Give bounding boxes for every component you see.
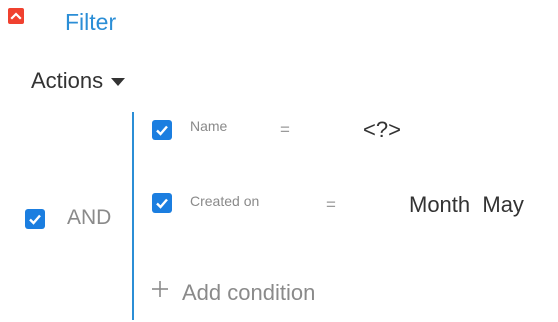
group-operator-label[interactable]: AND: [67, 206, 111, 229]
actions-label: Actions: [31, 68, 104, 93]
checkmark-icon: [152, 193, 172, 213]
actions-menu-button[interactable]: Actions: [31, 68, 126, 94]
condition-field[interactable]: Created on: [190, 193, 259, 209]
chevron-up-icon: [8, 8, 24, 24]
checkmark-icon: [152, 120, 172, 140]
condition-checkbox[interactable]: [152, 120, 172, 140]
group-bracket-line: [132, 112, 134, 320]
condition-value[interactable]: <?>: [363, 117, 401, 142]
condition-checkbox[interactable]: [152, 193, 172, 213]
condition-value[interactable]: Month May: [409, 192, 524, 217]
group-checkbox[interactable]: [25, 209, 45, 229]
plus-icon: [150, 279, 170, 304]
condition-field[interactable]: Name: [190, 118, 227, 134]
condition-operator[interactable]: =: [326, 195, 336, 215]
add-condition-button[interactable]: Add condition: [150, 279, 316, 307]
collapse-filter-button[interactable]: [8, 8, 24, 24]
filter-title[interactable]: Filter: [65, 9, 116, 35]
caret-down-icon: [111, 68, 126, 92]
checkmark-icon: [25, 209, 45, 229]
condition-operator[interactable]: =: [280, 120, 290, 140]
add-condition-label: Add condition: [182, 280, 316, 305]
